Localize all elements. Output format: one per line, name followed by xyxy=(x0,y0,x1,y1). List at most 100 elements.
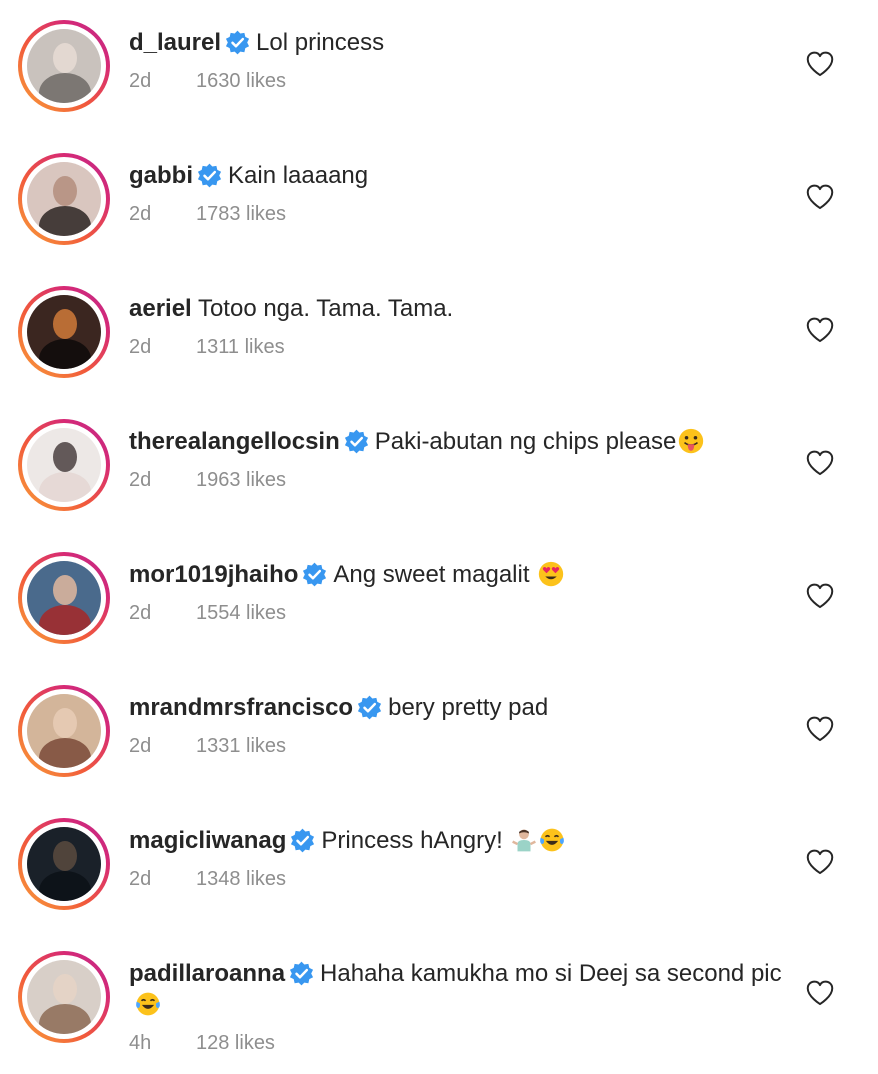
avatar-figure xyxy=(39,738,91,768)
heart-outline-icon[interactable] xyxy=(806,51,834,77)
heart-outline-icon[interactable] xyxy=(806,849,834,875)
comment-text-line: magicliwanag Princess hAngry! xyxy=(129,825,799,856)
avatar-face xyxy=(53,309,77,339)
profile-photo-icon[interactable] xyxy=(27,561,101,635)
profile-photo-icon[interactable] xyxy=(27,827,101,901)
heart-outline-icon[interactable] xyxy=(806,716,834,742)
avatar-ring-gap xyxy=(22,556,106,640)
avatar-story-ring[interactable] xyxy=(18,20,110,112)
comment-like-count[interactable]: 1630 likes xyxy=(196,70,286,92)
comment-row: d_laurel Lol princess 2d 1630 likes xyxy=(0,0,878,133)
comment-body: Hahaha kamukha mo si Deej sa second pic xyxy=(320,960,782,987)
avatar-ring-gap xyxy=(22,157,106,241)
comment-like-count[interactable]: 1783 likes xyxy=(196,203,286,225)
avatar-face xyxy=(53,708,77,738)
comment-like-count[interactable]: 1311 likes xyxy=(196,336,285,358)
avatar-story-ring[interactable] xyxy=(18,685,110,777)
avatar-ring-gap xyxy=(22,24,106,108)
comment-row: gabbi Kain laaaang 2d 1783 likes xyxy=(0,133,878,266)
heart-outline-icon[interactable] xyxy=(806,583,834,609)
avatar-story-ring[interactable] xyxy=(18,153,110,245)
comment-username[interactable]: mrandmrsfrancisco xyxy=(129,694,353,721)
tongue-face-emoji-icon xyxy=(678,428,704,454)
profile-photo-icon[interactable] xyxy=(27,428,101,502)
verified-badge-icon xyxy=(344,429,369,454)
comment-row: therealangellocsin Paki-abutan ng chips p… xyxy=(0,399,878,532)
comment-like-count[interactable]: 1331 likes xyxy=(196,735,286,757)
heart-outline-icon[interactable] xyxy=(806,317,834,343)
verified-badge-icon xyxy=(290,828,315,853)
avatar-ring-gap xyxy=(22,423,106,507)
comment-username[interactable]: therealangellocsin xyxy=(129,428,340,455)
comment-text-line: aeriel Totoo nga. Tama. Tama. xyxy=(129,293,799,324)
comment-like-count[interactable]: 1348 likes xyxy=(196,868,286,890)
comment-username[interactable]: padillaroanna xyxy=(129,960,285,987)
comment-timestamp: 2d xyxy=(129,602,152,624)
comment-list: d_laurel Lol princess 2d 1630 likes gabbi Kai… xyxy=(0,0,878,1074)
avatar-story-ring[interactable] xyxy=(18,286,110,378)
comment-meta: 2d 1348 likes xyxy=(129,868,286,891)
avatar-ring-gap xyxy=(22,822,106,906)
comment-meta: 2d 1630 likes xyxy=(129,70,286,93)
avatar-ring-gap xyxy=(22,290,106,374)
comment-body: Totoo nga. Tama. Tama. xyxy=(197,295,454,322)
comment-row: mor1019jhaiho Ang sweet magalit 2d 1554 lik… xyxy=(0,532,878,665)
profile-photo-icon[interactable] xyxy=(27,295,101,369)
heart-outline-icon[interactable] xyxy=(806,184,834,210)
verified-badge-icon xyxy=(289,961,314,986)
comment-username[interactable]: d_laurel xyxy=(129,29,221,56)
avatar-figure xyxy=(39,1004,91,1034)
comment-text-line: therealangellocsin Paki-abutan ng chips p… xyxy=(129,426,799,457)
avatar-ring-gap xyxy=(22,955,106,1039)
profile-photo-icon[interactable] xyxy=(27,162,101,236)
comment-timestamp: 4h xyxy=(129,1032,152,1054)
comment-meta: 2d 1963 likes xyxy=(129,469,286,492)
heart-outline-icon[interactable] xyxy=(806,450,834,476)
avatar-story-ring[interactable] xyxy=(18,419,110,511)
avatar-figure xyxy=(39,871,91,901)
comment-body: Lol princess xyxy=(256,29,385,56)
avatar-face xyxy=(53,974,77,1004)
comment-text-line: padillaroanna Hahaha kamukha mo si Deej s… xyxy=(129,958,799,1020)
comment-timestamp: 2d xyxy=(129,469,152,491)
comment-username[interactable]: aeriel xyxy=(129,295,192,322)
avatar-story-ring[interactable] xyxy=(18,951,110,1043)
comment-row: aeriel Totoo nga. Tama. Tama. 2d 1311 like… xyxy=(0,266,878,399)
comment-text-line: mrandmrsfrancisco bery pretty pad xyxy=(129,692,799,723)
comment-text-line: mor1019jhaiho Ang sweet magalit xyxy=(129,559,799,590)
comment-like-count[interactable]: 1554 likes xyxy=(196,602,286,624)
comment-body: Princess hAngry! xyxy=(321,827,503,854)
comment-timestamp: 2d xyxy=(129,868,152,890)
comment-like-count[interactable]: 1963 likes xyxy=(196,469,286,491)
profile-photo-icon[interactable] xyxy=(27,960,101,1034)
heart-outline-icon[interactable] xyxy=(806,980,834,1006)
avatar-ring-gap xyxy=(22,689,106,773)
man-shrugging-emoji-icon xyxy=(511,827,537,853)
verified-badge-icon xyxy=(225,30,250,55)
avatar-story-ring[interactable] xyxy=(18,552,110,644)
comment-body: Kain laaaang xyxy=(228,162,369,189)
avatar-face xyxy=(53,43,77,73)
avatar-face xyxy=(53,176,77,206)
comment-row: magicliwanag Princess hAngry! 2d 1348 likes xyxy=(0,798,878,931)
comment-timestamp: 2d xyxy=(129,735,152,757)
comment-username[interactable]: mor1019jhaiho xyxy=(129,561,298,588)
avatar-figure xyxy=(39,206,91,236)
avatar-face xyxy=(53,841,77,871)
profile-photo-icon[interactable] xyxy=(27,29,101,103)
comment-username[interactable]: magicliwanag xyxy=(129,827,286,854)
comment-meta: 2d 1554 likes xyxy=(129,602,286,625)
tears-of-joy-emoji-icon xyxy=(539,827,565,853)
comment-username[interactable]: gabbi xyxy=(129,162,193,189)
profile-photo-icon[interactable] xyxy=(27,694,101,768)
avatar-face xyxy=(53,575,77,605)
comment-body: Ang sweet magalit xyxy=(333,561,530,588)
verified-badge-icon xyxy=(197,163,222,188)
avatar-figure xyxy=(39,605,91,635)
avatar-figure xyxy=(39,472,91,502)
comment-row: mrandmrsfrancisco bery pretty pad 2d 1331 l… xyxy=(0,665,878,798)
comment-like-count[interactable]: 128 likes xyxy=(196,1032,275,1054)
comment-timestamp: 2d xyxy=(129,70,152,92)
avatar-story-ring[interactable] xyxy=(18,818,110,910)
comment-meta: 2d 1331 likes xyxy=(129,735,286,758)
